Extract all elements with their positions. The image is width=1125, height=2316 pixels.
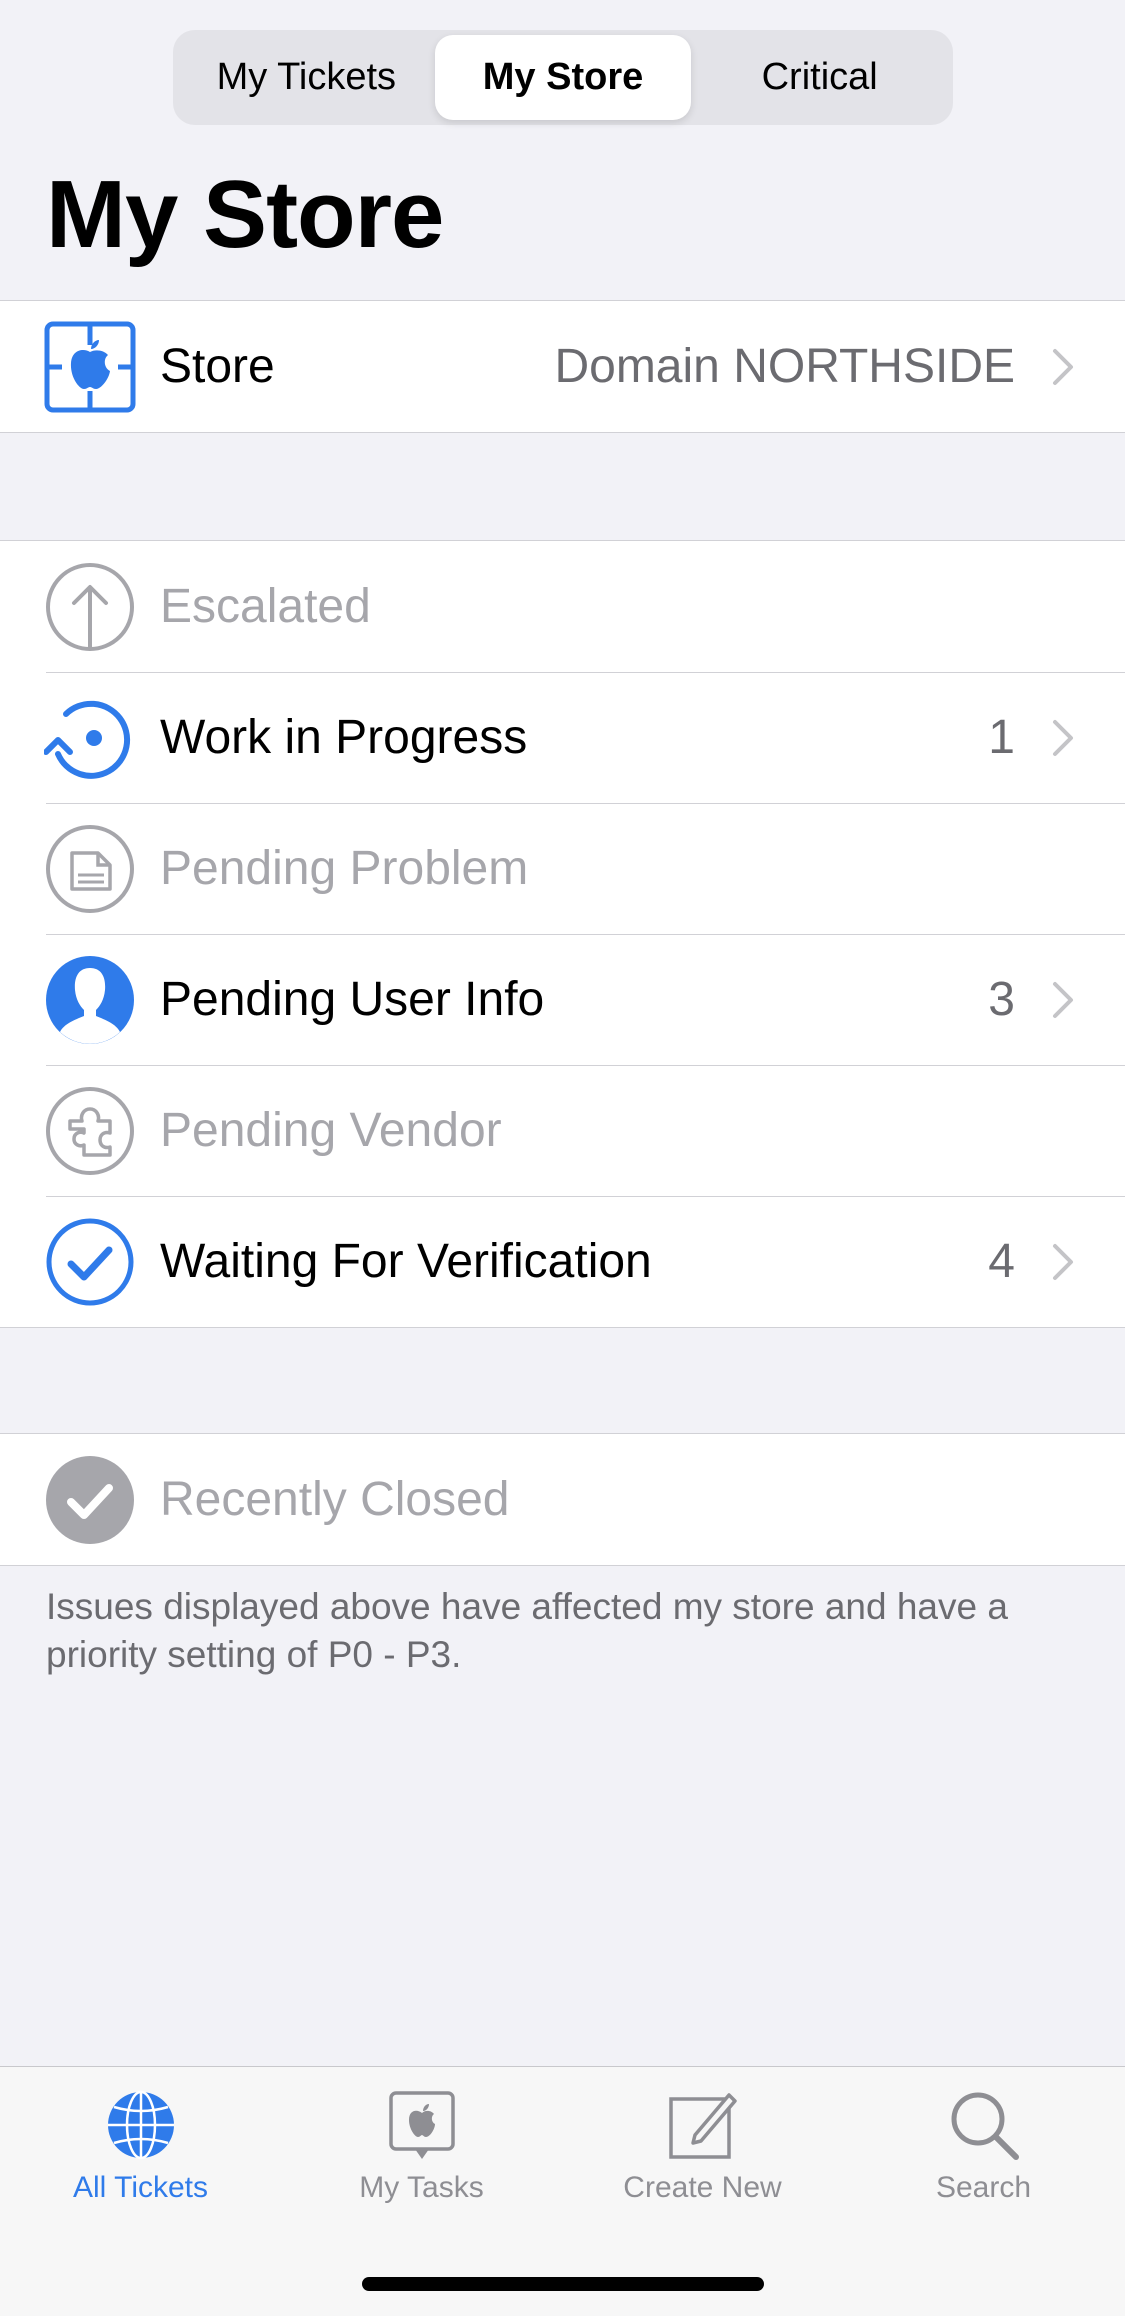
status-section: Escalated Work in Progress 1 Pending Pro… (0, 540, 1125, 1328)
footer-note: Issues displayed above have affected my … (46, 1586, 1008, 1675)
tabbar-create-new[interactable]: Create New (562, 2067, 843, 2217)
chevron-right-icon (1053, 981, 1073, 1018)
tabbar-label: Search (935, 2171, 1032, 2204)
store-label: Store (160, 340, 275, 393)
tab-critical[interactable]: Critical (691, 35, 948, 120)
checkmark-circle-icon (44, 1216, 136, 1308)
pending-problem-icon (44, 823, 136, 915)
status-label: Work in Progress (160, 711, 528, 764)
status-label: Waiting For Verification (160, 1235, 652, 1288)
tabbar-search[interactable]: Search (843, 2067, 1124, 2217)
status-row-pending-user-info[interactable]: Pending User Info 3 (0, 934, 1125, 1065)
closed-check-icon (44, 1454, 136, 1546)
status-row-escalated: Escalated (0, 541, 1125, 672)
status-label: Escalated (160, 580, 371, 633)
status-label: Pending Problem (160, 842, 529, 895)
tabbar-label: Create New (623, 2171, 782, 2204)
status-count: 3 (988, 973, 1015, 1026)
tabbar-all-tickets[interactable]: All Tickets (0, 2067, 281, 2217)
status-row-recently-closed: Recently Closed (0, 1434, 1125, 1565)
status-row-pending-problem: Pending Problem (0, 803, 1125, 934)
status-count: 4 (988, 1235, 1015, 1288)
tab-my-tickets[interactable]: My Tickets (178, 35, 435, 120)
status-label: Pending User Info (160, 973, 545, 1026)
store-section: Store Domain NORTHSIDE (0, 300, 1125, 433)
work-in-progress-icon (44, 692, 136, 784)
puzzle-icon (44, 1085, 136, 1177)
store-value: Domain NORTHSIDE (554, 340, 1015, 393)
search-icon (944, 2085, 1024, 2165)
segmented-control: My Tickets My Store Critical (173, 30, 953, 125)
compose-icon (663, 2085, 743, 2165)
store-apple-icon (44, 321, 136, 413)
tab-my-store[interactable]: My Store (434, 35, 692, 120)
chevron-right-icon (1053, 348, 1073, 385)
tabbar-label: My Tasks (359, 2171, 484, 2204)
home-indicator[interactable] (362, 2277, 764, 2291)
tabbar-label: All Tickets (72, 2171, 209, 2204)
status-row-work-in-progress[interactable]: Work in Progress 1 (0, 672, 1125, 803)
globe-icon (101, 2085, 181, 2165)
escalated-arrow-up-icon (44, 561, 136, 653)
status-row-pending-vendor: Pending Vendor (0, 1065, 1125, 1196)
store-row[interactable]: Store Domain NORTHSIDE (0, 301, 1125, 432)
chevron-right-icon (1053, 719, 1073, 756)
page-title: My Store (46, 161, 444, 268)
status-label: Pending Vendor (160, 1104, 502, 1157)
status-label: Recently Closed (160, 1473, 510, 1526)
apple-tasks-icon (382, 2085, 462, 2165)
chevron-right-icon (1053, 1243, 1073, 1280)
status-row-waiting-for-verification[interactable]: Waiting For Verification 4 (0, 1196, 1125, 1327)
screen: My Tickets My Store Critical My Store St… (0, 0, 1125, 2316)
status-count: 1 (988, 711, 1015, 764)
user-silhouette-icon (44, 954, 136, 1046)
closed-section: Recently Closed (0, 1433, 1125, 1566)
tabbar-my-tasks[interactable]: My Tasks (281, 2067, 562, 2217)
